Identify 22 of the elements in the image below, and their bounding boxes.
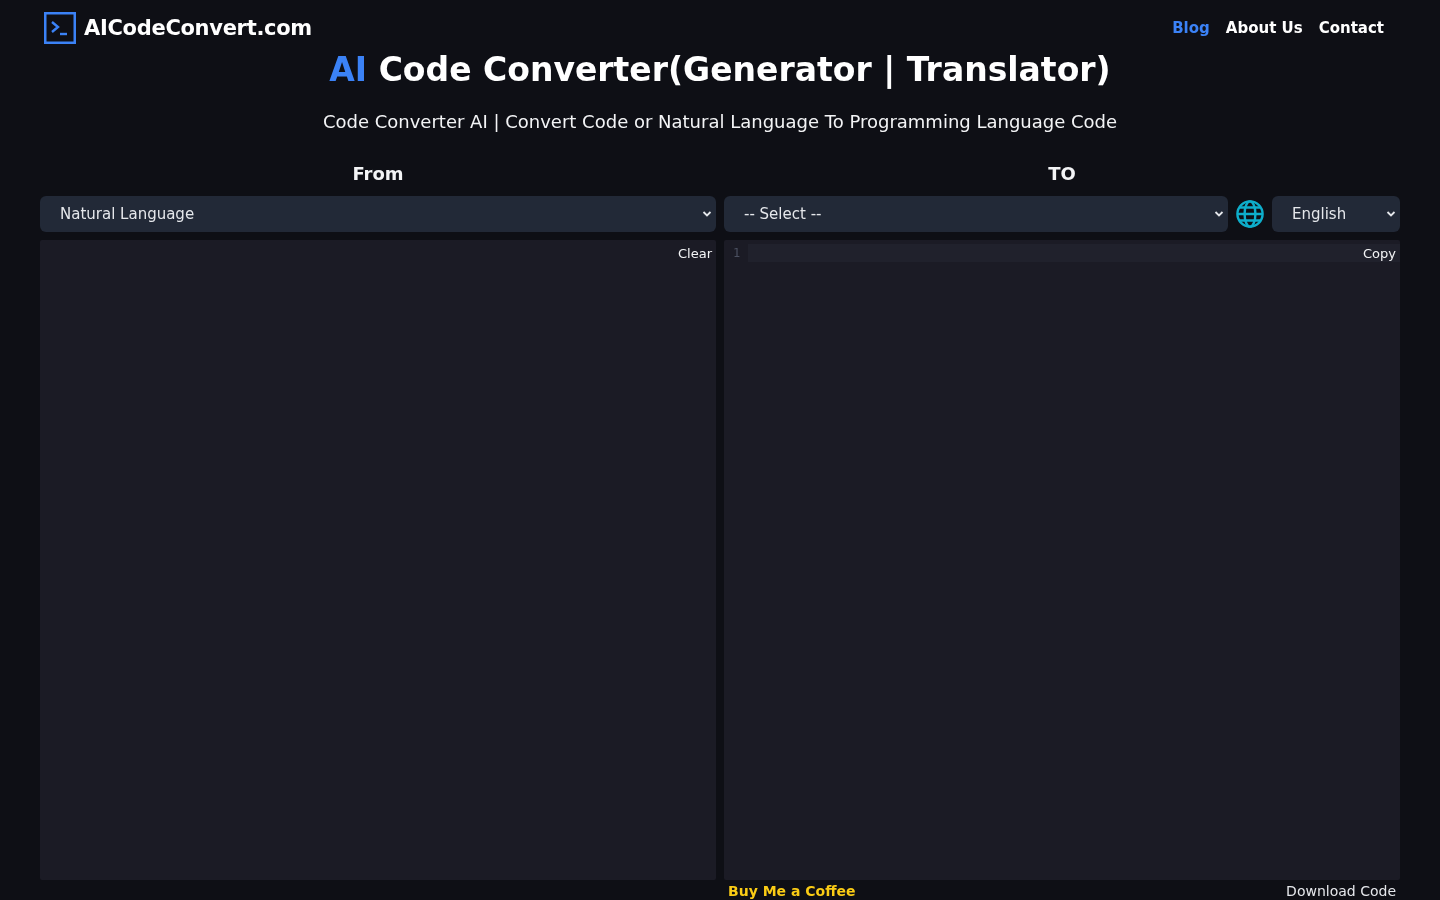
source-language-select[interactable]: Natural Language (40, 196, 716, 232)
page-subtitle: Code Converter AI | Convert Code or Natural Language To Programming Language Code (321, 110, 1119, 134)
copy-button[interactable]: Copy (1363, 244, 1396, 264)
from-heading: From (351, 162, 405, 186)
page-title: AI Code Converter(Generator | Translator) (328, 49, 1112, 91)
nav-link[interactable]: Blog (1172, 18, 1210, 38)
terminal-icon (44, 12, 76, 44)
globe-icon (1236, 200, 1264, 228)
buy-coffee-link[interactable]: Buy Me a Coffee (728, 882, 856, 900)
nav-link[interactable]: About Us (1225, 18, 1303, 38)
line-number: 1 (732, 245, 742, 262)
home-link[interactable]: AICodeConvert.com (44, 12, 312, 44)
output-language-select[interactable]: English (1272, 196, 1400, 232)
chevron-down-icon (1214, 209, 1224, 219)
target-language-select[interactable]: -- Select -- (724, 196, 1228, 232)
clear-button[interactable]: Clear (678, 244, 712, 264)
to-heading: TO (1047, 162, 1077, 186)
nav-link[interactable]: Contact (1318, 18, 1384, 38)
download-code-button[interactable]: Download Code (1286, 882, 1396, 900)
chevron-down-icon (1386, 209, 1396, 219)
chevron-down-icon (702, 209, 712, 219)
code-output-editor[interactable]: 1 Copy (724, 240, 1400, 880)
